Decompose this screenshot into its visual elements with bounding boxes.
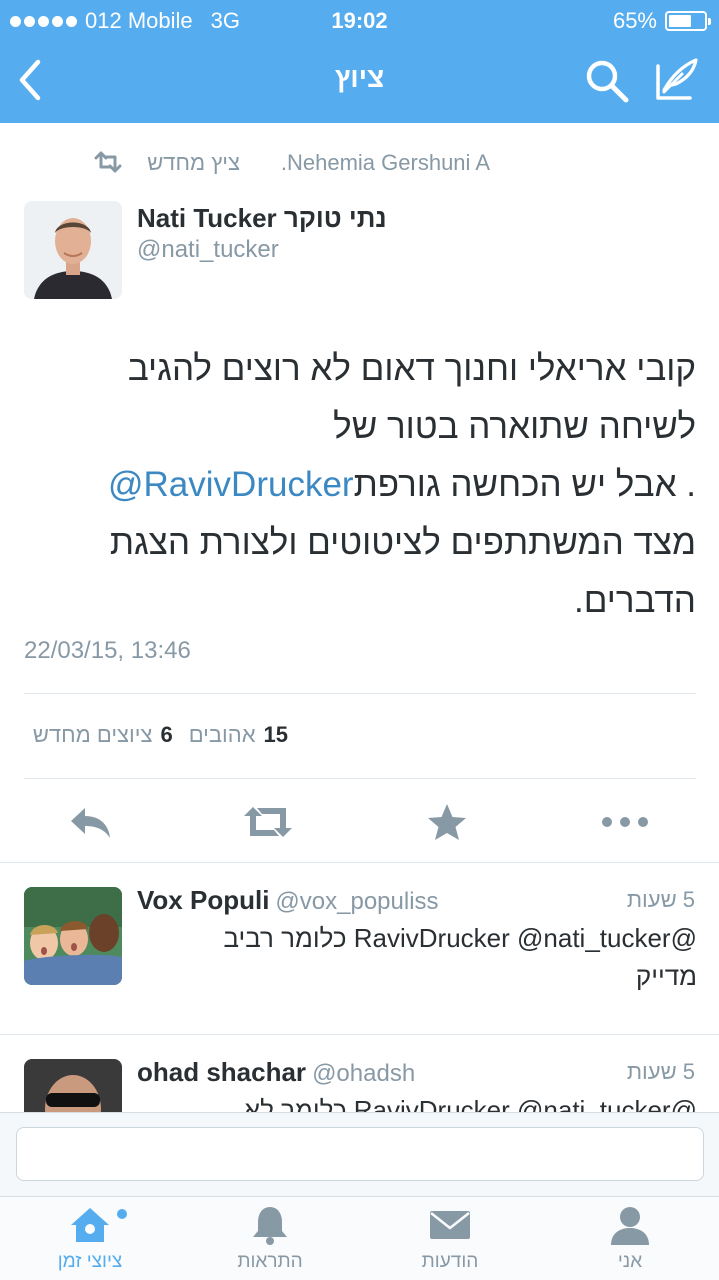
status-bar: 012 Mobile 3G 19:02 65%: [0, 0, 719, 40]
tweet-stats: 15 אהובים 6 ציוצים מחדש: [24, 722, 696, 754]
search-icon[interactable]: [584, 58, 630, 104]
status-right: 65%: [612, 8, 711, 34]
avatar-portrait-icon: [24, 201, 122, 299]
tweet-text-line: הדברים.: [573, 581, 696, 620]
retweets-count[interactable]: 6: [160, 722, 172, 748]
compose-icon[interactable]: [652, 56, 700, 104]
retweet-small-icon: [94, 151, 122, 173]
retweeted-by: Nehemia Gershuni A.: [280, 150, 490, 175]
retweets-label[interactable]: ציוצים מחדש: [33, 722, 153, 748]
bell-icon: [253, 1207, 287, 1245]
status-time: 19:02: [331, 8, 388, 33]
reply-time: 5 שעות: [626, 887, 695, 912]
tab-timeline[interactable]: ציוצי זמן: [0, 1197, 180, 1280]
tweet-timestamp: 22/03/15, 13:46: [24, 637, 191, 664]
likes-label[interactable]: אהובים: [189, 722, 256, 748]
tweet-text-segment: . אבל יש הכחשה גורפת: [353, 465, 696, 504]
replies-list: Vox Populi @vox_populiss 5 שעות @RavivDru…: [0, 862, 719, 1113]
nav-bar: ציוץ: [0, 40, 719, 123]
reply-author[interactable]: Vox Populi @vox_populiss: [137, 885, 439, 916]
avatar-children-icon: [24, 887, 122, 985]
tweet-text-line: קובי אריאלי וחנוך דאום לא רוצים להגיב: [127, 349, 696, 388]
reply-input[interactable]: [16, 1127, 704, 1181]
mention-link[interactable]: @RavivDrucker: [108, 465, 354, 504]
reply-author-handle: @vox_populiss: [275, 888, 439, 915]
avatar[interactable]: [24, 1059, 122, 1113]
likes-count[interactable]: 15: [264, 722, 288, 748]
tab-label: התראות: [237, 1251, 303, 1272]
reply-icon[interactable]: [67, 802, 113, 842]
avatar[interactable]: [24, 201, 122, 299]
tweet-actions: [0, 796, 719, 848]
tab-label: ציוצי זמן: [57, 1251, 123, 1272]
reply-author[interactable]: ohad shachar @ohadsh: [137, 1057, 415, 1088]
header-bar: 012 Mobile 3G 19:02 65% ציוץ: [0, 0, 719, 123]
favorite-icon[interactable]: [424, 802, 470, 842]
reply-item[interactable]: Vox Populi @vox_populiss 5 שעות @RavivDru…: [0, 863, 719, 1035]
reply-item[interactable]: ohad shachar @ohadsh 5 שעות @RavivDrucker…: [0, 1035, 719, 1113]
person-icon: [611, 1207, 649, 1245]
reply-author-handle: @ohadsh: [312, 1060, 416, 1087]
author-handle[interactable]: @nati_tucker: [137, 236, 279, 264]
envelope-icon: [430, 1211, 470, 1239]
tweet-text-line: מצד המשתתפים לציטוטים ולצורת הצגת: [109, 523, 696, 562]
battery-icon: [665, 11, 711, 31]
reply-text-line: מדייק: [635, 961, 697, 991]
tab-notifications[interactable]: התראות: [180, 1197, 360, 1280]
avatar[interactable]: [24, 887, 122, 985]
more-icon[interactable]: [600, 802, 650, 842]
divider: [24, 778, 696, 779]
tab-label: אני: [617, 1251, 643, 1272]
reply-time: 5 שעות: [626, 1059, 695, 1084]
retweet-context[interactable]: ציץ מחדש Nehemia Gershuni A.: [0, 148, 719, 178]
new-items-badge: [117, 1209, 127, 1219]
tweet-text-line: . אבל יש הכחשה גורפת@RavivDrucker: [20, 456, 696, 514]
home-icon: [71, 1208, 109, 1242]
author-name[interactable]: Nati Tucker נתי טוקר: [137, 203, 387, 234]
reply-composer: [0, 1112, 719, 1196]
reply-text: @RavivDrucker @nati_tucker כלומר רביב מד…: [137, 919, 697, 995]
avatar-sunglasses-icon: [24, 1059, 122, 1113]
battery-fill: [669, 15, 691, 27]
tab-messages[interactable]: הודעות: [360, 1197, 540, 1280]
retweet-label: ציץ מחדש: [147, 150, 240, 175]
tab-label: הודעות: [421, 1251, 479, 1272]
reply-text-line: @RavivDrucker @nati_tucker כלומר רביב: [223, 923, 697, 953]
tab-bar: ציוצי זמן התראות הודעות אני: [0, 1196, 719, 1280]
reply-author-name: Vox Populi: [137, 885, 270, 915]
divider: [24, 693, 696, 694]
tweet-text: קובי אריאלי וחנוך דאום לא רוצים להגיב לש…: [20, 340, 696, 630]
retweet-icon[interactable]: [242, 802, 294, 842]
tweet-text-line: לשיחה שתוארה בטור של: [333, 407, 696, 446]
reply-author-name: ohad shachar: [137, 1057, 307, 1087]
tab-me[interactable]: אני: [540, 1197, 719, 1280]
reply-text: @RavivDrucker @nati_tucker כלומר לא: [137, 1091, 697, 1113]
reply-text-line: @RavivDrucker @nati_tucker כלומר לא: [243, 1095, 697, 1113]
battery-percent: 65%: [612, 8, 657, 33]
